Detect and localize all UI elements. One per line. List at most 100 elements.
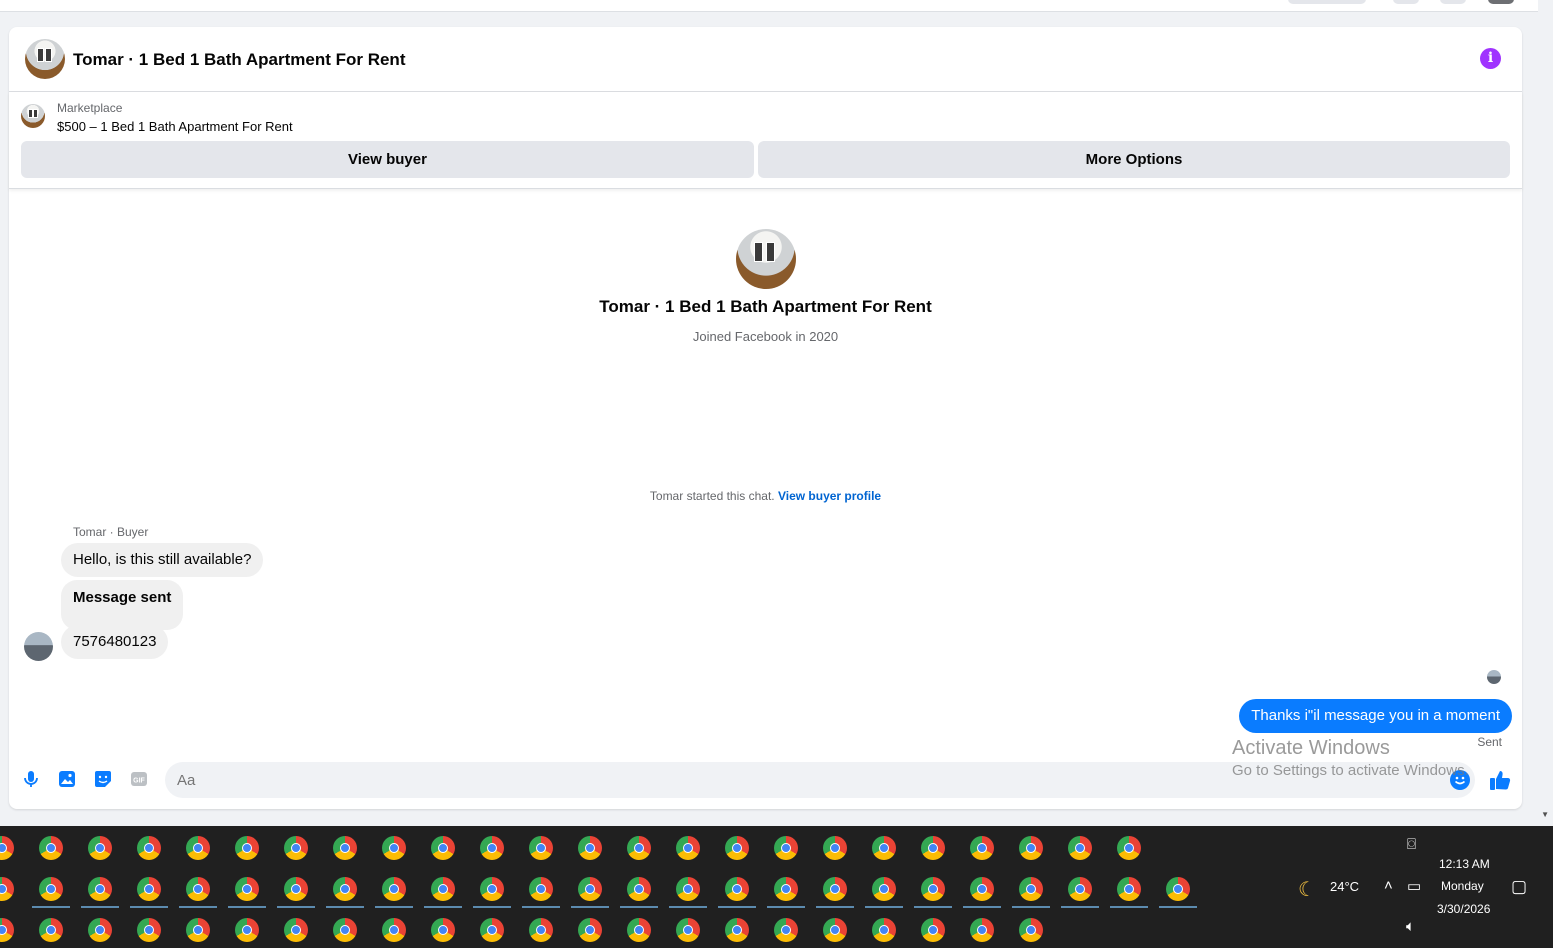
chrome-taskbar-icon[interactable]: [1068, 836, 1092, 860]
chrome-taskbar-icon[interactable]: [1117, 836, 1141, 860]
chrome-taskbar-icon[interactable]: [872, 836, 896, 860]
chrome-taskbar-icon[interactable]: [480, 836, 504, 860]
meet-now-icon[interactable]: ⌼: [1407, 836, 1416, 853]
chrome-taskbar-icon[interactable]: [137, 877, 161, 901]
chrome-taskbar-icon[interactable]: [823, 836, 847, 860]
chrome-taskbar-icon[interactable]: [529, 836, 553, 860]
chrome-taskbar-icon[interactable]: [676, 877, 700, 901]
conversation-title[interactable]: Tomar · 1 Bed 1 Bath Apartment For Rent: [73, 50, 405, 70]
chrome-taskbar-icon[interactable]: [333, 877, 357, 901]
chrome-taskbar-icon[interactable]: [382, 918, 406, 942]
incoming-message[interactable]: 7576480123: [61, 625, 169, 659]
chrome-taskbar-icon[interactable]: [39, 877, 63, 901]
chrome-taskbar-icon[interactable]: [0, 836, 14, 860]
chrome-taskbar-icon[interactable]: [676, 918, 700, 942]
chrome-taskbar-icon[interactable]: [186, 877, 210, 901]
chrome-taskbar-icon[interactable]: [627, 877, 651, 901]
chrome-taskbar-icon[interactable]: [137, 836, 161, 860]
chrome-taskbar-icon[interactable]: [970, 836, 994, 860]
chrome-taskbar-icon[interactable]: [1019, 877, 1043, 901]
page-scrollbar[interactable]: ▼: [1538, 0, 1553, 826]
chrome-taskbar-icon[interactable]: [39, 918, 63, 942]
chrome-taskbar-icon[interactable]: [431, 918, 455, 942]
chrome-taskbar-icon[interactable]: [382, 836, 406, 860]
chrome-taskbar-icon[interactable]: [872, 918, 896, 942]
chrome-taskbar-icon[interactable]: [823, 918, 847, 942]
listing-price-title[interactable]: $500 – 1 Bed 1 Bath Apartment For Rent: [57, 119, 293, 134]
outgoing-message[interactable]: Thanks i"il message you in a moment: [1239, 699, 1512, 733]
chrome-taskbar-icon[interactable]: [284, 877, 308, 901]
chrome-taskbar-icon[interactable]: [88, 918, 112, 942]
profile-avatar[interactable]: [736, 229, 796, 289]
chrome-taskbar-icon[interactable]: [137, 918, 161, 942]
gif-icon[interactable]: GIF: [129, 769, 149, 789]
chrome-taskbar-icon[interactable]: [725, 836, 749, 860]
chrome-taskbar-icon[interactable]: [970, 918, 994, 942]
chrome-taskbar-icon[interactable]: [235, 918, 259, 942]
thumbs-up-icon[interactable]: [1489, 769, 1511, 791]
sender-avatar[interactable]: [24, 632, 53, 661]
chrome-taskbar-icon[interactable]: [676, 836, 700, 860]
chrome-taskbar-icon[interactable]: [921, 836, 945, 860]
notifications-icon[interactable]: ▢: [1511, 877, 1527, 897]
chrome-taskbar-icon[interactable]: [1068, 877, 1092, 901]
listing-thumbnail[interactable]: [21, 104, 45, 128]
chrome-taskbar-icon[interactable]: [725, 918, 749, 942]
chrome-taskbar-icon[interactable]: [627, 836, 651, 860]
conversation-avatar[interactable]: [25, 39, 65, 79]
chrome-taskbar-icon[interactable]: [774, 918, 798, 942]
chrome-taskbar-icon[interactable]: [529, 877, 553, 901]
clock-date[interactable]: 3/30/2026: [1437, 902, 1490, 916]
chrome-taskbar-icon[interactable]: [578, 918, 602, 942]
chrome-taskbar-icon[interactable]: [578, 877, 602, 901]
chrome-taskbar-icon[interactable]: [431, 836, 455, 860]
chrome-taskbar-icon[interactable]: [872, 877, 896, 901]
clock-day[interactable]: Monday: [1441, 879, 1484, 893]
chrome-taskbar-icon[interactable]: [480, 918, 504, 942]
chrome-taskbar-icon[interactable]: [333, 918, 357, 942]
chrome-taskbar-icon[interactable]: [284, 918, 308, 942]
chrome-taskbar-icon[interactable]: [774, 836, 798, 860]
view-buyer-button[interactable]: View buyer: [21, 141, 754, 178]
chrome-taskbar-icon[interactable]: [431, 877, 455, 901]
microphone-icon[interactable]: [21, 769, 41, 789]
incoming-message[interactable]: Hello, is this still available?: [61, 543, 264, 577]
chrome-taskbar-icon[interactable]: [284, 836, 308, 860]
top-bar-search[interactable]: [1288, 0, 1366, 4]
chrome-taskbar-icon[interactable]: [186, 918, 210, 942]
chrome-taskbar-icon[interactable]: [627, 918, 651, 942]
sticker-icon[interactable]: [93, 769, 113, 789]
photo-icon[interactable]: [57, 769, 77, 789]
incoming-message[interactable]: Message sent: [61, 580, 184, 630]
more-options-button[interactable]: More Options: [758, 141, 1510, 178]
clock-time[interactable]: 12:13 AM: [1439, 857, 1490, 871]
account-avatar[interactable]: [1488, 0, 1514, 4]
chrome-taskbar-icon[interactable]: [186, 836, 210, 860]
chrome-taskbar-icon[interactable]: [1019, 836, 1043, 860]
top-bar-button[interactable]: [1440, 0, 1466, 4]
chrome-taskbar-icon[interactable]: [578, 836, 602, 860]
show-hidden-icons-icon[interactable]: ˄: [1384, 877, 1393, 894]
chrome-taskbar-icon[interactable]: [235, 836, 259, 860]
chrome-taskbar-icon[interactable]: [774, 877, 798, 901]
chrome-taskbar-icon[interactable]: [1019, 918, 1043, 942]
chrome-taskbar-icon[interactable]: [970, 877, 994, 901]
chrome-taskbar-icon[interactable]: [921, 877, 945, 901]
chrome-taskbar-icon[interactable]: [235, 877, 259, 901]
chrome-taskbar-icon[interactable]: [39, 836, 63, 860]
chrome-taskbar-icon[interactable]: [88, 877, 112, 901]
chrome-taskbar-icon[interactable]: [529, 918, 553, 942]
network-icon[interactable]: ▭: [1407, 877, 1421, 895]
chrome-taskbar-icon[interactable]: [480, 877, 504, 901]
chrome-taskbar-icon[interactable]: [88, 836, 112, 860]
chrome-taskbar-icon[interactable]: [333, 836, 357, 860]
chrome-taskbar-icon[interactable]: [921, 918, 945, 942]
scroll-down-arrow-icon[interactable]: ▼: [1541, 810, 1549, 819]
chrome-taskbar-icon[interactable]: [0, 918, 14, 942]
chrome-taskbar-icon[interactable]: [382, 877, 406, 901]
info-icon[interactable]: i: [1480, 48, 1501, 69]
chrome-taskbar-icon[interactable]: [1117, 877, 1141, 901]
chrome-taskbar-icon[interactable]: [0, 877, 14, 901]
chrome-taskbar-icon[interactable]: [725, 877, 749, 901]
volume-icon[interactable]: 🔈︎: [1406, 918, 1415, 935]
